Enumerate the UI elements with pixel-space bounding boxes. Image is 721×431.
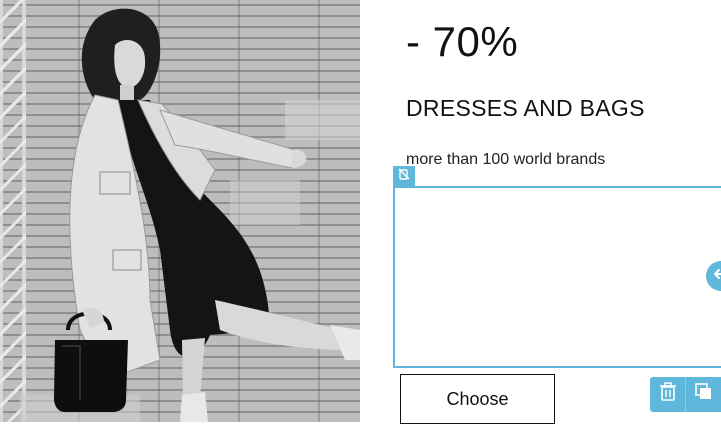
hero-photo xyxy=(0,0,360,422)
discount-text: - 70% xyxy=(406,18,519,65)
trash-icon xyxy=(659,382,677,407)
model-figure xyxy=(20,8,360,422)
hide-block-button[interactable] xyxy=(393,166,415,187)
subline: more than 100 world brands xyxy=(406,151,606,168)
selected-empty-block[interactable] xyxy=(393,186,721,368)
delete-block-button[interactable] xyxy=(650,377,686,412)
choose-button[interactable]: Choose xyxy=(400,374,555,424)
move-arrows-icon xyxy=(712,265,721,288)
duplicate-block-button[interactable] xyxy=(686,377,721,412)
duplicate-icon xyxy=(694,383,713,406)
headline: DRESSES AND BAGS xyxy=(406,95,645,121)
block-toolbar xyxy=(650,377,721,412)
hide-icon xyxy=(397,167,411,186)
